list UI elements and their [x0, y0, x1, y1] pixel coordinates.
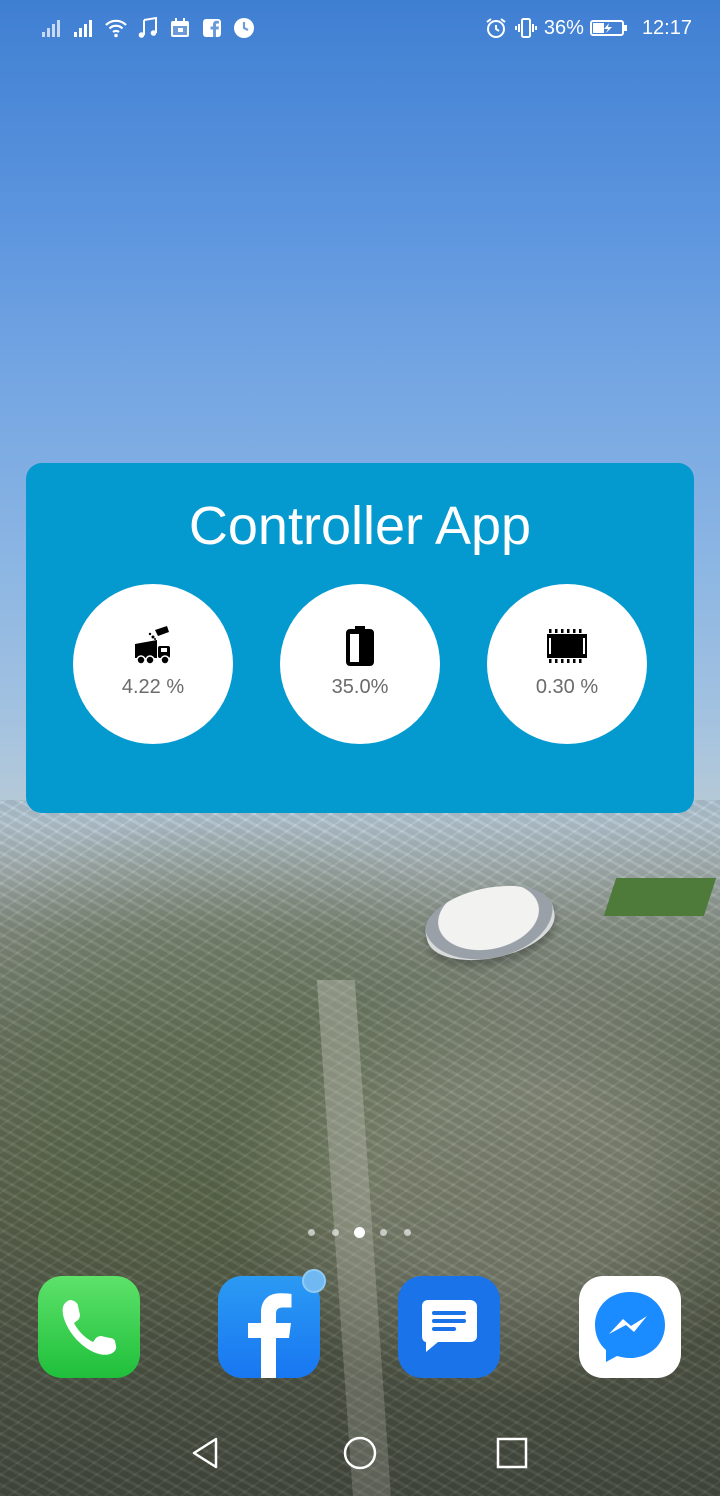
storage-value: 4.22 %: [121, 676, 185, 698]
battery-icon: [338, 624, 382, 668]
page-dot: [380, 1229, 387, 1236]
phone-icon: [62, 1300, 117, 1355]
calendar-icon: [168, 16, 192, 40]
home-button[interactable]: [340, 1433, 380, 1473]
back-button[interactable]: [186, 1433, 226, 1473]
vibrate-icon: [514, 16, 538, 40]
phone-app-icon[interactable]: [38, 1276, 140, 1378]
signal-icon: [40, 16, 64, 40]
messenger-icon: [595, 1292, 665, 1362]
recents-icon: [496, 1437, 528, 1469]
memory-chip-icon: [545, 624, 589, 668]
messages-icon: [422, 1300, 477, 1352]
status-bar-right: 36% 12:17: [484, 16, 692, 40]
facebook-app-icon[interactable]: [218, 1276, 320, 1378]
page-dot-active: [354, 1227, 365, 1238]
messenger-app-icon[interactable]: [579, 1276, 681, 1378]
signal-icon: [72, 16, 96, 40]
memory-value: 0.30 %: [535, 676, 599, 698]
page-dot: [308, 1229, 315, 1236]
messages-app-icon[interactable]: [398, 1276, 500, 1378]
clock-time: 12:17: [641, 17, 692, 39]
battery-stat[interactable]: 35.0%: [280, 584, 440, 744]
widget-title: Controller App: [188, 496, 532, 556]
truck-dump-icon: [131, 624, 175, 668]
memory-stat[interactable]: 0.30 %: [487, 584, 647, 744]
status-bar: 36% 12:17: [0, 0, 720, 58]
page-indicator: [300, 1227, 420, 1239]
back-icon: [192, 1437, 218, 1469]
battery-percent: 36%: [543, 17, 584, 39]
clock-icon: [232, 16, 256, 40]
notification-badge: [302, 1269, 326, 1293]
home-icon: [343, 1436, 377, 1470]
battery-charging-icon: [589, 16, 628, 40]
alarm-icon: [484, 16, 508, 40]
facebook-icon: [248, 1293, 292, 1378]
wallpaper-field: [603, 878, 717, 916]
home-screen: 36% 12:17 Controller App 4.22 % 35.0% 0.…: [0, 0, 720, 1496]
storage-stat[interactable]: 4.22 %: [73, 584, 233, 744]
page-dot: [332, 1229, 339, 1236]
recents-button[interactable]: [492, 1433, 532, 1473]
status-bar-left: [40, 16, 256, 40]
facebook-notification-icon: [200, 16, 224, 40]
battery-value: 35.0%: [331, 676, 389, 698]
music-icon: [136, 16, 160, 40]
wifi-icon: [104, 16, 128, 40]
page-dot: [404, 1229, 411, 1236]
